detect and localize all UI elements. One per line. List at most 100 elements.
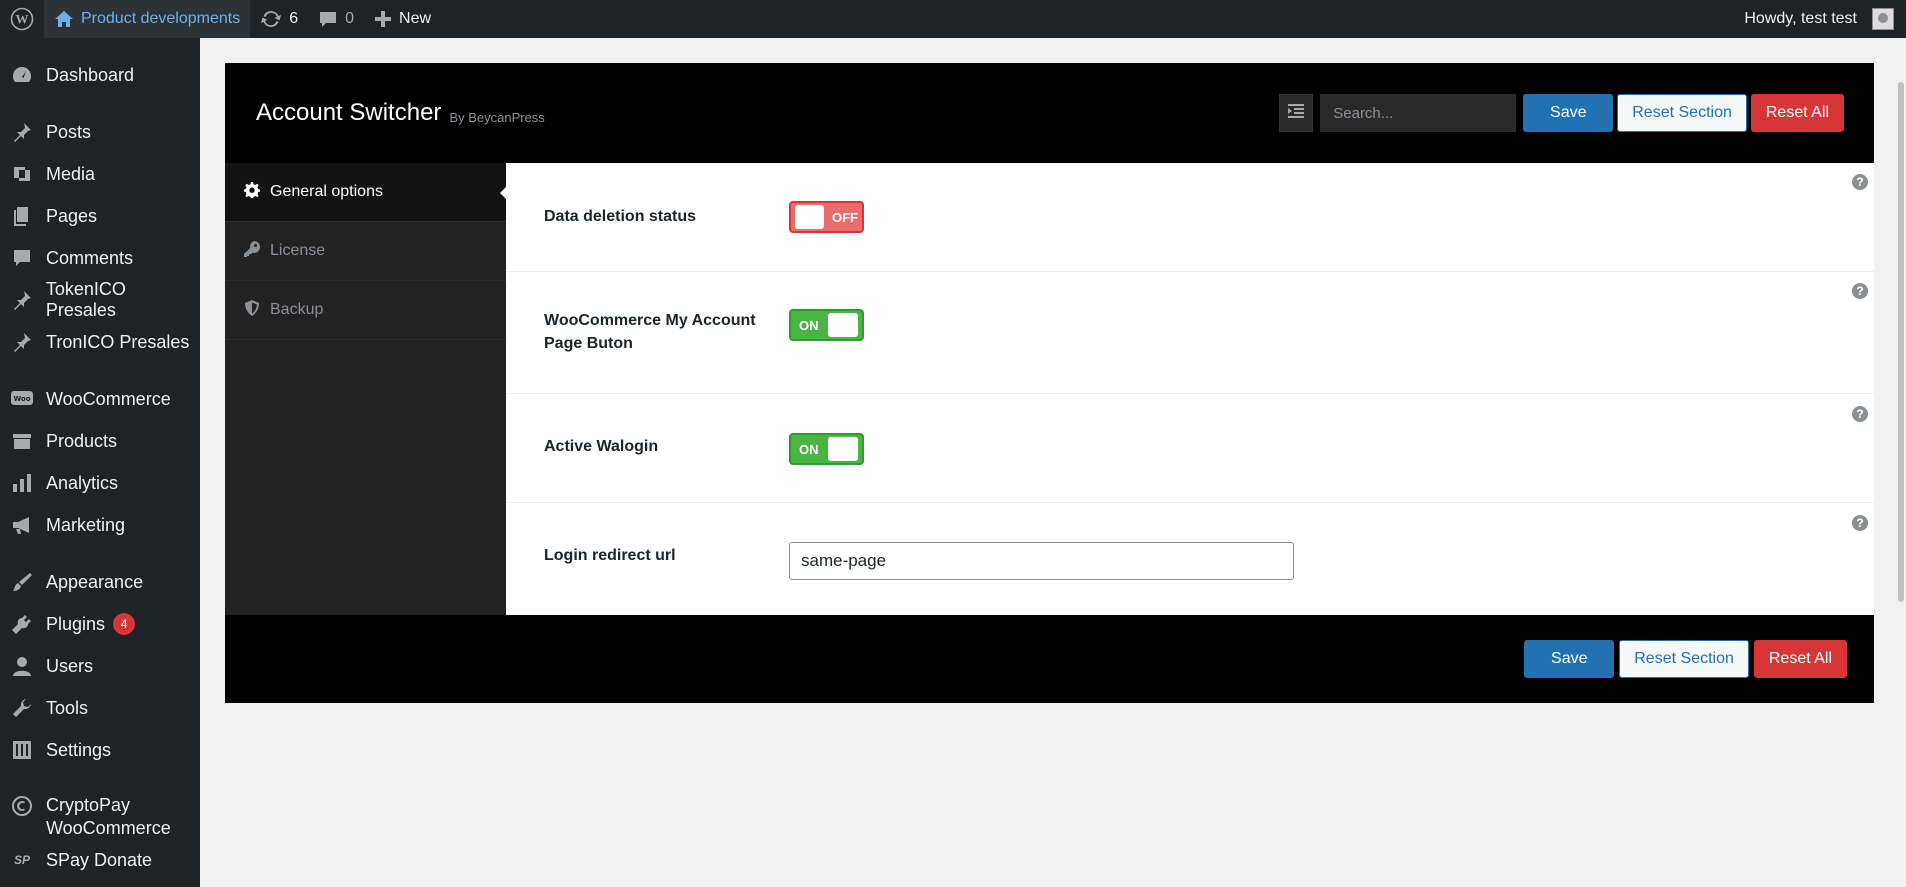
wordpress-logo-button[interactable]: W [0, 0, 44, 38]
pages-icon [10, 204, 34, 228]
toggle-state-label: ON [799, 441, 819, 457]
archive-icon [10, 429, 34, 453]
sidebar-item-label: Appearance [46, 571, 144, 592]
field-label: Login redirect url [544, 547, 676, 564]
sidebar-item-label: Media [46, 163, 96, 184]
search-input[interactable] [1320, 94, 1517, 132]
dashboard-icon [10, 63, 34, 87]
expand-toggle-button[interactable] [1279, 94, 1314, 132]
sidebar-item-woocommerce[interactable]: Woo WooCommerce [0, 378, 200, 420]
sidebar-item-label: Analytics [46, 472, 119, 493]
sidebar-item-label: Users [46, 655, 94, 676]
reset-section-button[interactable]: Reset Section [1617, 94, 1747, 132]
sidebar-item-tronico-presales[interactable]: TronICO Presales [0, 321, 200, 363]
sidebar-item-marketing[interactable]: Marketing [0, 504, 200, 546]
new-content-link[interactable]: New [364, 0, 441, 38]
sidebar-item-media[interactable]: Media [0, 153, 200, 195]
sidebar-item-label: Marketing [46, 514, 126, 535]
scrollbar-thumb[interactable] [1898, 82, 1904, 602]
footer-reset-section-button[interactable]: Reset Section [1619, 640, 1749, 678]
sidebar-item-products[interactable]: Products [0, 420, 200, 462]
sidebar-item-comments[interactable]: Comments [0, 237, 200, 279]
bar-chart-icon [10, 471, 34, 495]
help-icon[interactable]: ? [1852, 515, 1868, 531]
help-icon[interactable]: ? [1852, 283, 1868, 299]
plug-icon [10, 612, 34, 636]
sidebar-item-posts[interactable]: Posts [0, 111, 200, 153]
sidebar-item-label: Settings [46, 739, 112, 760]
field-label: WooCommerce My Account Page Buton [544, 312, 756, 352]
footer-reset-all-button[interactable]: Reset All [1753, 640, 1847, 678]
pin-icon [10, 330, 34, 354]
woo-icon: Woo [10, 387, 34, 411]
options-panel: Account Switcher By BeycanPress Save Res… [225, 63, 1874, 703]
site-name-link[interactable]: Product developments [44, 0, 251, 38]
sidebar-item-label: CryptoPay WooCommerce [46, 794, 171, 840]
field-my-account-page-button: WooCommerce My Account Page Buton ON ? [506, 272, 1874, 394]
refresh-icon [260, 8, 282, 30]
help-icon[interactable]: ? [1852, 406, 1868, 422]
panel-footer: Save Reset Section Reset All [225, 615, 1874, 703]
section-nav: General options License Backup [225, 163, 506, 615]
sidebar-item-label: Comments [46, 247, 134, 268]
active-walogin-toggle[interactable]: ON [789, 433, 864, 465]
comments-count: 0 [345, 10, 355, 27]
help-icon[interactable]: ? [1852, 174, 1868, 190]
sidebar-item-users[interactable]: Users [0, 645, 200, 687]
nav-item-label: General options [270, 183, 383, 200]
field-control: ON [789, 309, 1874, 393]
sidebar-item-cryptopay-woocommerce[interactable]: CryptoPay WooCommerce [0, 786, 200, 842]
sidebar-item-pages[interactable]: Pages [0, 195, 200, 237]
indent-icon [1288, 103, 1305, 123]
wordpress-icon: W [10, 7, 34, 31]
plugins-update-badge: 4 [113, 613, 136, 635]
sidebar-item-label: WooCommerce [46, 388, 171, 409]
nav-item-license[interactable]: License [225, 222, 506, 281]
sidebar-item-analytics[interactable]: Analytics [0, 462, 200, 504]
admin-bar: W Product developments 6 0 New Howdy, te… [0, 0, 1906, 38]
sidebar-item-label: Plugins [46, 613, 106, 634]
key-icon [244, 240, 261, 262]
sidebar-item-spay-donate[interactable]: SP SPay Donate [0, 842, 200, 878]
my-account-link[interactable]: Howdy, test test [1734, 0, 1906, 38]
pin-icon [10, 120, 34, 144]
field-label: Active Walogin [544, 438, 659, 455]
sidebar-item-plugins[interactable]: Plugins 4 [0, 603, 200, 645]
sidebar-item-appearance[interactable]: Appearance [0, 561, 200, 603]
sidebar-item-tokenico-presales[interactable]: TokenICO Presales [0, 279, 200, 321]
sidebar-item-tools[interactable]: Tools [0, 687, 200, 729]
sp-icon: SP [13, 853, 30, 867]
wrench-icon [10, 696, 34, 720]
sidebar-item-label: Dashboard [46, 64, 135, 85]
sidebar-item-label: TokenICO Presales [45, 279, 126, 320]
my-account-button-toggle[interactable]: ON [789, 309, 864, 341]
plus-icon [374, 10, 392, 28]
gear-icon [244, 181, 260, 203]
login-redirect-url-input[interactable] [789, 542, 1294, 580]
updates-link[interactable]: 6 [250, 0, 308, 38]
paintbrush-icon [10, 570, 34, 594]
page-title: Account Switcher [256, 99, 442, 126]
field-label: Data deletion status [544, 208, 697, 225]
data-deletion-toggle[interactable]: OFF [789, 201, 864, 233]
save-button[interactable]: Save [1523, 94, 1614, 132]
footer-save-button[interactable]: Save [1524, 640, 1615, 678]
nav-item-backup[interactable]: Backup [225, 281, 506, 340]
toggle-state-label: OFF [832, 209, 858, 225]
panel-header: Account Switcher By BeycanPress Save Res… [225, 63, 1874, 163]
panel-body: General options License Backup Data dele… [225, 163, 1874, 615]
sliders-icon [10, 738, 34, 762]
sidebar-item-label: Tools [46, 697, 89, 718]
sidebar-item-settings[interactable]: Settings [0, 729, 200, 771]
sidebar-item-dashboard[interactable]: Dashboard [0, 54, 200, 96]
page-scrollbar[interactable] [1896, 38, 1906, 887]
updates-count: 6 [289, 10, 299, 27]
reset-all-button[interactable]: Reset All [1750, 94, 1844, 132]
comments-link[interactable]: 0 [308, 0, 364, 38]
field-control: OFF [789, 201, 1874, 271]
nav-item-general-options[interactable]: General options [225, 163, 506, 222]
sidebar-item-label-line1: CryptoPay [46, 795, 131, 815]
site-name-label: Product developments [81, 10, 241, 27]
megaphone-icon [10, 513, 34, 537]
sidebar-item-label: Pages [46, 205, 98, 226]
